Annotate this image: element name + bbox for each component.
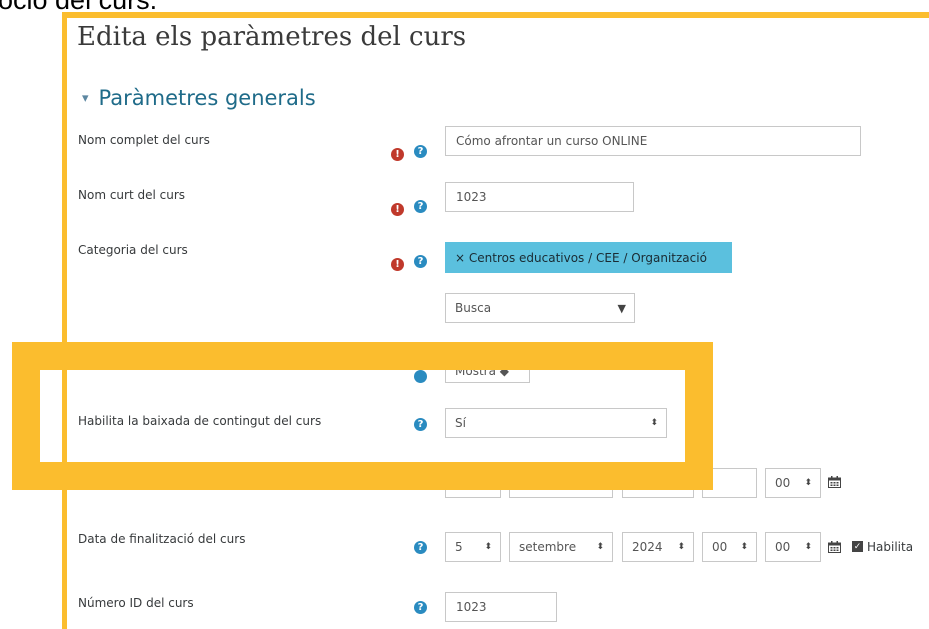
help-icon[interactable]: ? xyxy=(414,145,427,158)
enddate-month-select[interactable]: setembre ⬍ xyxy=(509,532,613,562)
category-search-value: Busca xyxy=(455,301,492,315)
fullname-input[interactable]: Cómo afrontar un curso ONLINE xyxy=(445,126,861,156)
enddate-day-select[interactable]: 5 ⬍ xyxy=(445,532,501,562)
select-arrow-icon: ⬍ xyxy=(804,478,812,488)
enddate-day: 5 xyxy=(455,540,463,554)
required-icon: ! xyxy=(391,203,404,216)
calendar-icon[interactable] xyxy=(828,541,841,553)
startdate-minute-select[interactable]: 00 ⬍ xyxy=(765,468,821,498)
required-icon: ! xyxy=(391,148,404,161)
idnumber-input[interactable]: 1023 xyxy=(445,592,557,622)
dropdown-arrow-icon: ▼ xyxy=(617,301,626,315)
page-title: Edita els paràmetres del curs xyxy=(77,22,467,52)
shortname-input[interactable]: 1023 xyxy=(445,182,634,212)
select-arrow-icon: ⬍ xyxy=(804,542,812,552)
help-icon[interactable]: ? xyxy=(414,541,427,554)
enable-enddate-checkbox[interactable]: ✓ xyxy=(852,541,863,552)
highlight-box xyxy=(12,342,713,490)
enddate-hour: 00 xyxy=(712,540,728,554)
calendar-icon[interactable] xyxy=(828,476,841,488)
enddate-minute: 00 xyxy=(775,540,791,554)
enddate-minute-select[interactable]: 00 ⬍ xyxy=(765,532,821,562)
enddate-month: setembre xyxy=(519,540,577,554)
section-title: Paràmetres generals xyxy=(98,86,316,110)
enddate-year-select[interactable]: 2024 ⬍ xyxy=(622,532,694,562)
select-arrow-icon: ⬍ xyxy=(484,542,492,552)
enddate-label: Data de finalització del curs xyxy=(78,532,246,546)
section-header-general[interactable]: ▾ Paràmetres generals xyxy=(82,86,316,110)
select-arrow-icon: ⬍ xyxy=(740,542,748,552)
idnumber-label: Número ID del curs xyxy=(78,596,194,610)
shortname-label: Nom curt del curs xyxy=(78,188,186,202)
help-icon[interactable]: ? xyxy=(414,601,427,614)
category-chip[interactable]: × Centros educativos / CEE / Organitzaci… xyxy=(445,242,732,273)
enable-enddate-label: Habilita xyxy=(867,540,914,554)
highlight-line-top xyxy=(62,12,929,18)
category-label: Categoria del curs xyxy=(78,243,188,257)
select-arrow-icon: ⬍ xyxy=(677,542,685,552)
fullname-label: Nom complet del curs xyxy=(78,133,210,147)
help-icon[interactable]: ? xyxy=(414,200,427,213)
collapse-caret-icon[interactable]: ▾ xyxy=(82,91,89,106)
enddate-year: 2024 xyxy=(632,540,663,554)
highlight-line-left xyxy=(62,12,67,629)
category-search-select[interactable]: Busca ▼ xyxy=(445,293,635,323)
enddate-hour-select[interactable]: 00 ⬍ xyxy=(702,532,757,562)
select-arrow-icon: ⬍ xyxy=(596,542,604,552)
help-icon[interactable]: ? xyxy=(414,255,427,268)
startdate-minute: 00 xyxy=(775,476,791,490)
required-icon: ! xyxy=(391,258,404,271)
